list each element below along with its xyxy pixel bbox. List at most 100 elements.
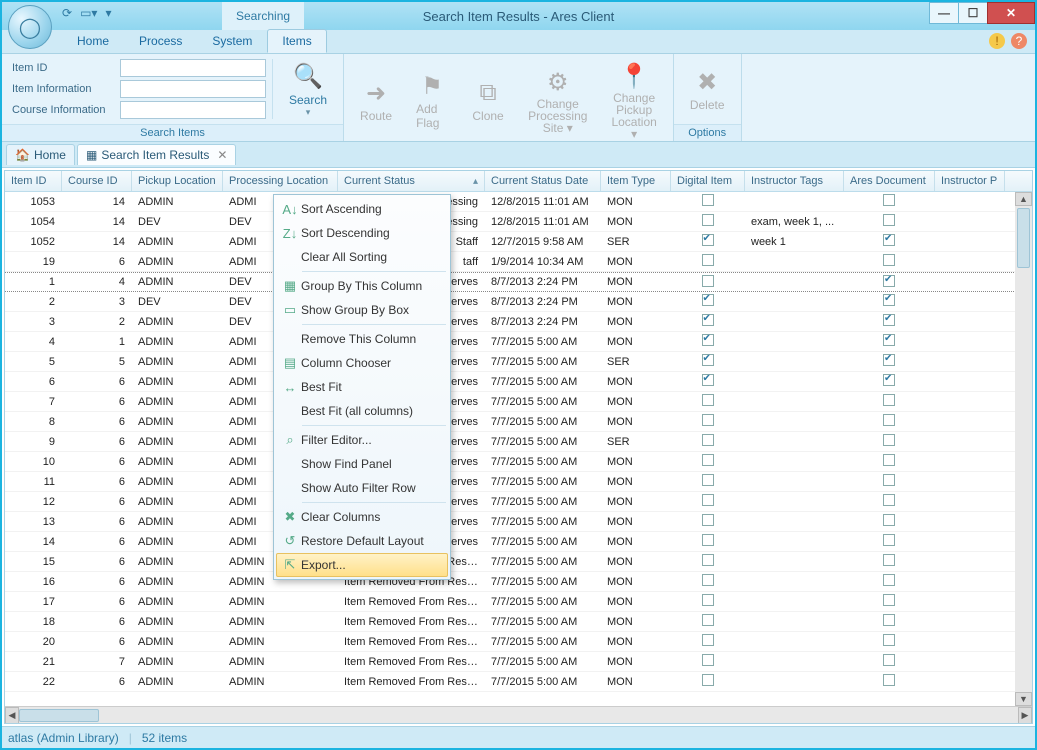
app-orb[interactable]: ◯ [8,5,52,49]
table-row[interactable]: 86ADMINADMIReserves7/7/2015 5:00 AMMON [5,412,1032,432]
checkbox[interactable] [702,374,714,386]
checkbox[interactable] [883,534,895,546]
column-header-item-type[interactable]: Item Type [601,171,671,191]
close-tab-icon[interactable]: ✕ [217,148,227,162]
folder-icon[interactable]: ▭▾ [80,6,97,20]
table-row[interactable]: 76ADMINADMIReserves7/7/2015 5:00 AMMON [5,392,1032,412]
doc-tab-home[interactable]: 🏠Home [6,144,75,165]
checkbox[interactable] [883,234,895,246]
table-row[interactable]: 166ADMINADMINItem Removed From Reserves7… [5,572,1032,592]
checkbox[interactable] [702,494,714,506]
checkbox[interactable] [702,674,714,686]
checkbox[interactable] [702,275,714,287]
ribbon-btn-add-flag[interactable]: ⚑Add Flag [406,68,458,132]
checkbox[interactable] [883,634,895,646]
menu-item-restore-default-layout[interactable]: ↺Restore Default Layout [276,529,448,553]
checkbox[interactable] [883,374,895,386]
checkbox[interactable] [702,394,714,406]
column-header-current-status-date[interactable]: Current Status Date [485,171,601,191]
column-header-pickup-location[interactable]: Pickup Location [132,171,223,191]
checkbox[interactable] [702,534,714,546]
column-header-processing-location[interactable]: Processing Location [223,171,338,191]
checkbox[interactable] [702,414,714,426]
checkbox[interactable] [702,574,714,586]
horizontal-scrollbar[interactable]: ◀ ▶ [5,706,1032,723]
menu-item-group-by-this-column[interactable]: ▦Group By This Column [276,274,448,298]
vertical-scrollbar[interactable]: ▲ ▼ [1015,192,1032,706]
table-row[interactable]: 126ADMINADMIReserves7/7/2015 5:00 AMMON [5,492,1032,512]
table-row[interactable]: 41ADMINADMIReserves7/7/2015 5:00 AMMON [5,332,1032,352]
menu-item-best-fit[interactable]: ↔Best Fit [276,375,448,399]
column-header-ares-document[interactable]: Ares Document [844,171,935,191]
column-header-item-id[interactable]: Item ID [5,171,62,191]
checkbox[interactable] [702,334,714,346]
menu-item-clear-all-sorting[interactable]: Clear All Sorting [276,245,448,269]
menu-item-filter-editor[interactable]: ⌕Filter Editor... [276,428,448,452]
checkbox[interactable] [883,654,895,666]
column-header-instructor-p[interactable]: Instructor P [935,171,1005,191]
checkbox[interactable] [702,214,714,226]
table-row[interactable]: 55ADMINADMIReserves7/7/2015 5:00 AMSER [5,352,1032,372]
checkbox[interactable] [702,454,714,466]
table-row[interactable]: 96ADMINADMIReserves7/7/2015 5:00 AMSER [5,432,1032,452]
table-row[interactable]: 105314ADMINADMIProcessing12/8/2015 11:01… [5,192,1032,212]
checkbox[interactable] [702,634,714,646]
menu-item-remove-this-column[interactable]: Remove This Column [276,327,448,351]
checkbox[interactable] [883,434,895,446]
scroll-up-icon[interactable]: ▲ [1015,192,1032,206]
checkbox[interactable] [883,334,895,346]
checkbox[interactable] [883,275,895,287]
alert-icon[interactable]: ! [989,33,1005,49]
checkbox[interactable] [702,294,714,306]
table-row[interactable]: 136ADMINADMIReserves7/7/2015 5:00 AMMON [5,512,1032,532]
checkbox[interactable] [702,354,714,366]
table-row[interactable]: 23DEVDEVReserves8/7/2013 2:24 PMMON [5,292,1032,312]
menu-tab-process[interactable]: Process [124,29,197,53]
search-field-input-0[interactable] [120,59,266,77]
checkbox[interactable] [883,554,895,566]
table-row[interactable]: 32ADMINDEVReserves8/7/2013 2:24 PMMON [5,312,1032,332]
close-button[interactable]: ✕ [987,2,1035,24]
checkbox[interactable] [702,194,714,206]
menu-item-best-fit-all-columns[interactable]: Best Fit (all columns) [276,399,448,423]
table-row[interactable]: 105414DEVDEVProcessing12/8/2015 11:01 AM… [5,212,1032,232]
menu-item-clear-columns[interactable]: ✖Clear Columns [276,505,448,529]
menu-tab-home[interactable]: Home [62,29,124,53]
table-row[interactable]: 217ADMINADMINItem Removed From Reserves7… [5,652,1032,672]
table-row[interactable]: 156ADMINADMINItem Removed From Reserves7… [5,552,1032,572]
refresh-icon[interactable]: ⟳ [62,6,72,20]
checkbox[interactable] [883,254,895,266]
ribbon-btn-change-processing-site[interactable]: ⚙ChangeProcessing Site ▾ [518,64,597,136]
menu-item-export[interactable]: ⇱Export... [276,553,448,577]
table-row[interactable]: 196ADMINADMItaff1/9/2014 10:34 AMMON [5,252,1032,272]
column-header-digital-item[interactable]: Digital Item [671,171,745,191]
checkbox[interactable] [702,474,714,486]
checkbox[interactable] [702,654,714,666]
checkbox[interactable] [702,254,714,266]
menu-item-column-chooser[interactable]: ▤Column Chooser [276,351,448,375]
scroll-left-icon[interactable]: ◀ [5,707,19,724]
column-header-current-status[interactable]: Current Status▴ [338,171,485,191]
table-row[interactable]: 146ADMINADMIReserves7/7/2015 5:00 AMMON [5,532,1032,552]
menu-tab-items[interactable]: Items [267,29,326,53]
menu-item-sort-ascending[interactable]: A↓Sort Ascending [276,197,448,221]
minimize-button[interactable]: — [929,2,959,24]
menu-item-sort-descending[interactable]: Z↓Sort Descending [276,221,448,245]
qat-dropdown-icon[interactable]: ▾ [105,6,111,20]
checkbox[interactable] [702,514,714,526]
checkbox[interactable] [702,554,714,566]
table-row[interactable]: 105214ADMINADMIStaff12/7/2015 9:58 AMSER… [5,232,1032,252]
checkbox[interactable] [702,234,714,246]
menu-item-show-auto-filter-row[interactable]: Show Auto Filter Row [276,476,448,500]
checkbox[interactable] [883,674,895,686]
search-field-input-2[interactable] [120,101,266,119]
scroll-thumb[interactable] [1017,208,1030,268]
checkbox[interactable] [883,594,895,606]
table-row[interactable]: 206ADMINADMINItem Removed From Reserves7… [5,632,1032,652]
h-scroll-thumb[interactable] [19,709,99,722]
table-row[interactable]: 116ADMINADMIReserves7/7/2015 5:00 AMMON [5,472,1032,492]
checkbox[interactable] [883,354,895,366]
table-row[interactable]: 186ADMINADMINItem Removed From Reserves7… [5,612,1032,632]
table-row[interactable]: 14ADMINDEVReserves8/7/2013 2:24 PMMON [5,272,1032,292]
column-header-instructor-tags[interactable]: Instructor Tags [745,171,844,191]
